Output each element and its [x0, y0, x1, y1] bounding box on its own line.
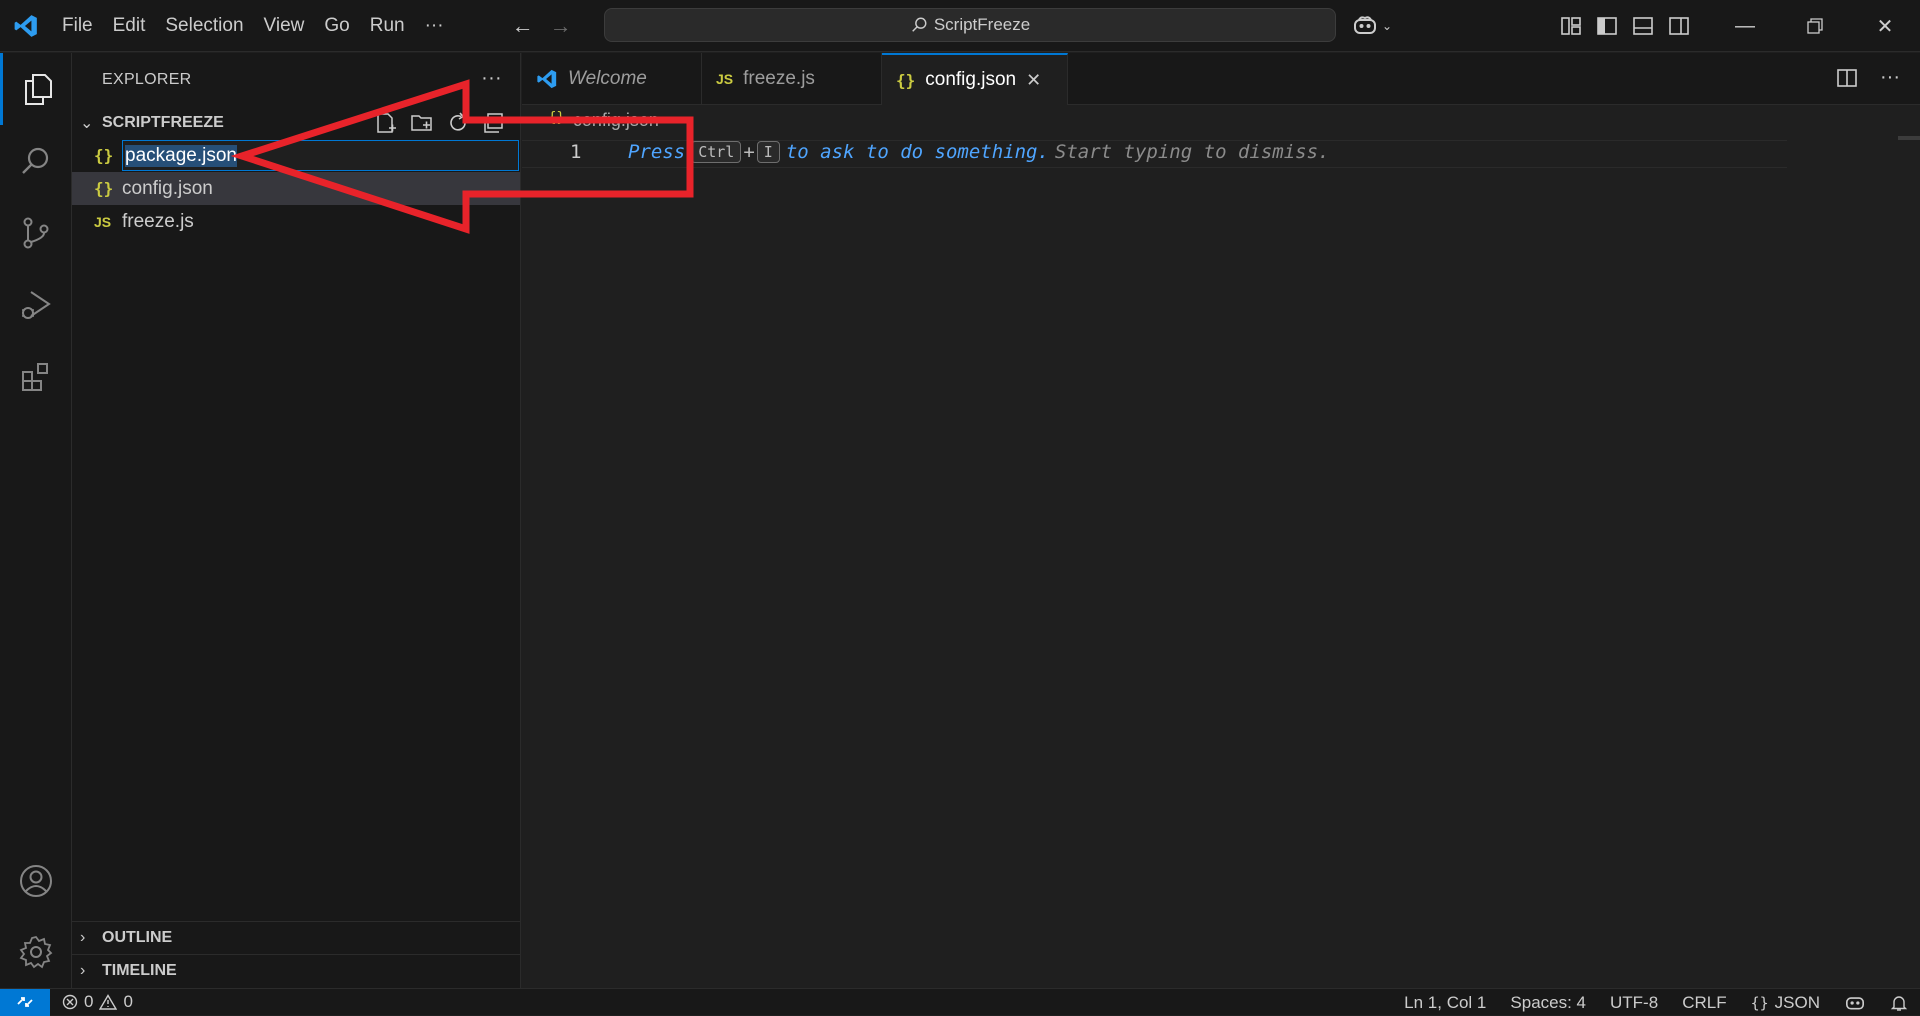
command-center-search[interactable]: ScriptFreeze [604, 8, 1336, 42]
tab-freeze-js[interactable]: JS freeze.js [702, 53, 882, 105]
warning-icon [99, 994, 118, 1010]
warning-count: 0 [123, 992, 133, 1011]
explorer-icon[interactable] [0, 53, 72, 125]
chevron-down-icon: ⌄ [80, 115, 94, 132]
collapse-all-icon[interactable] [482, 111, 506, 135]
chevron-right-icon: › [80, 929, 86, 946]
tab-label: freeze.js [743, 68, 815, 89]
menu-file[interactable]: File [52, 0, 103, 52]
kbd-ctrl: Ctrl [691, 141, 742, 163]
close-window-icon[interactable]: ✕ [1850, 0, 1920, 52]
file-label: config.json [122, 177, 213, 199]
chevron-down-icon: ⌄ [1382, 19, 1393, 33]
menu-edit[interactable]: Edit [103, 0, 156, 52]
status-bar: 0 0 Ln 1, Col 1 Spaces: 4 UTF-8 CRLF {} … [0, 988, 1920, 1016]
explorer-sidebar: EXPLORER ··· ⌄ SCRIPTFREEZE {} package.j… [72, 53, 521, 988]
menu-selection[interactable]: Selection [155, 0, 253, 52]
file-row-package-json[interactable]: {} package.json [72, 139, 520, 172]
source-control-icon[interactable] [0, 197, 72, 269]
split-editor-icon[interactable] [1836, 67, 1858, 89]
search-icon[interactable] [0, 125, 72, 197]
notifications-bell-icon[interactable] [1878, 994, 1920, 1012]
forward-arrow-icon[interactable]: → [542, 13, 580, 39]
json-file-icon: {} [896, 70, 916, 90]
refresh-icon[interactable] [446, 111, 470, 135]
accounts-icon[interactable] [0, 845, 72, 917]
toggle-panel-icon[interactable] [1632, 16, 1654, 36]
explorer-title: EXPLORER [102, 71, 192, 88]
vscode-icon [537, 69, 557, 89]
tab-label: config.json [925, 69, 1017, 90]
tab-welcome[interactable]: Welcome [522, 53, 702, 105]
menu-more-button[interactable]: ··· [415, 0, 454, 52]
back-arrow-icon[interactable]: ← [504, 13, 542, 39]
hint-dismiss: Start typing to dismiss. [1054, 141, 1330, 163]
json-file-icon: {} [94, 146, 114, 165]
end-of-line[interactable]: CRLF [1670, 993, 1738, 1013]
explorer-more-button[interactable]: ··· [481, 67, 502, 90]
copilot-button[interactable]: ⌄ [1352, 0, 1392, 52]
problems-status[interactable]: 0 0 [50, 992, 145, 1012]
error-count: 0 [84, 992, 94, 1011]
tab-label: Welcome [568, 68, 647, 89]
indentation[interactable]: Spaces: 4 [1498, 993, 1598, 1013]
vscode-logo-icon [0, 0, 52, 52]
folder-scriptfreeze[interactable]: ⌄ SCRIPTFREEZE [72, 107, 520, 139]
menu-run[interactable]: Run [360, 0, 415, 52]
settings-gear-icon[interactable] [0, 916, 72, 988]
toggle-primary-sidebar-icon[interactable] [1596, 16, 1618, 36]
js-file-icon: JS [716, 71, 734, 87]
toggle-secondary-sidebar-icon[interactable] [1668, 16, 1690, 36]
run-debug-icon[interactable] [0, 269, 72, 341]
command-center-label: ScriptFreeze [933, 15, 1031, 34]
json-language-icon: {} [1750, 993, 1769, 1012]
cursor-position[interactable]: Ln 1, Col 1 [1392, 993, 1498, 1013]
minimize-icon[interactable]: — [1710, 0, 1780, 52]
menu-view[interactable]: View [254, 0, 315, 52]
restore-icon[interactable] [1780, 0, 1850, 52]
encoding[interactable]: UTF-8 [1598, 993, 1670, 1013]
language-label: JSON [1774, 992, 1820, 1012]
file-row-config-json[interactable]: {} config.json [72, 172, 520, 205]
folder-label: SCRIPTFREEZE [102, 114, 224, 131]
timeline-section[interactable]: › TIMELINE [72, 954, 521, 987]
breadcrumb-label: config.json [572, 110, 659, 130]
timeline-label: TIMELINE [102, 962, 177, 979]
json-file-icon: {} [548, 110, 565, 126]
editor-more-icon[interactable]: ··· [1880, 67, 1900, 89]
kbd-i: I [756, 141, 780, 163]
json-file-icon: {} [94, 179, 114, 198]
hint-ask: to ask to do something. [785, 141, 1049, 163]
rename-input-value: package.json [125, 144, 237, 167]
kbd-plus: + [743, 141, 755, 163]
copilot-icon [1354, 16, 1376, 34]
search-icon [912, 17, 927, 32]
editor-scrollbar[interactable] [1898, 136, 1920, 140]
new-file-icon[interactable] [374, 111, 398, 135]
outline-label: OUTLINE [102, 929, 173, 946]
copilot-status-icon[interactable] [1832, 994, 1878, 1012]
chevron-right-icon: › [80, 962, 86, 979]
editor-tabs: Welcome JS freeze.js {} config.json ✕ ··… [522, 53, 1920, 105]
customize-layout-icon[interactable] [1560, 16, 1582, 36]
new-folder-icon[interactable] [410, 111, 434, 135]
remote-indicator-icon[interactable] [0, 988, 50, 1016]
line-number: 1 [570, 141, 582, 163]
activity-bar [0, 53, 72, 988]
breadcrumb[interactable]: {} config.json [548, 110, 659, 131]
inline-chat-hint[interactable]: Press Ctrl + I to ask to do something. S… [628, 141, 1329, 163]
title-bar: File Edit Selection View Go Run ··· ← → … [0, 0, 1920, 52]
error-icon [62, 994, 78, 1010]
close-tab-icon[interactable]: ✕ [1026, 70, 1041, 91]
file-label: freeze.js [122, 210, 194, 232]
file-row-freeze-js[interactable]: JS freeze.js [72, 205, 520, 238]
language-mode[interactable]: {} JSON [1739, 993, 1832, 1013]
tab-config-json[interactable]: {} config.json ✕ [882, 53, 1068, 105]
extensions-icon[interactable] [0, 341, 72, 413]
js-file-icon: JS [94, 213, 112, 230]
rename-input[interactable]: package.json [122, 140, 519, 171]
outline-section[interactable]: › OUTLINE [72, 921, 521, 954]
hint-press: Press [628, 141, 686, 163]
menu-go[interactable]: Go [314, 0, 359, 52]
